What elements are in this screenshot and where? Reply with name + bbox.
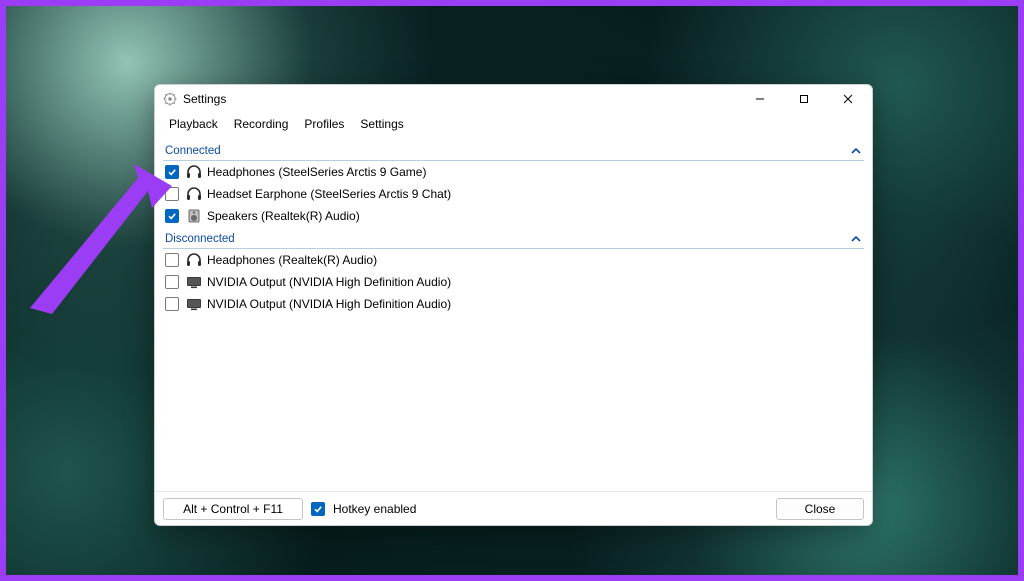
hotkey-enabled-checkbox[interactable] — [311, 502, 325, 516]
device-checkbox[interactable] — [165, 209, 179, 223]
close-window-button[interactable] — [826, 85, 870, 113]
minimize-button[interactable] — [738, 85, 782, 113]
tab-strip: Playback Recording Profiles Settings — [155, 113, 872, 137]
device-name: NVIDIA Output (NVIDIA High Definition Au… — [207, 275, 451, 289]
device-row[interactable]: Speakers (Realtek(R) Audio) — [163, 205, 864, 227]
hotkey-input[interactable]: Alt + Control + F11 — [163, 498, 303, 520]
device-name: NVIDIA Output (NVIDIA High Definition Au… — [207, 297, 451, 311]
chevron-up-icon — [850, 233, 862, 245]
disconnected-device-list: Headphones (Realtek(R) Audio) NVIDIA Outp… — [163, 249, 864, 315]
headphones-icon — [185, 252, 203, 268]
section-header-disconnected[interactable]: Disconnected — [163, 229, 864, 249]
device-row[interactable]: Headphones (SteelSeries Arctis 9 Game) — [163, 161, 864, 183]
device-checkbox[interactable] — [165, 165, 179, 179]
maximize-button[interactable] — [782, 85, 826, 113]
close-button[interactable]: Close — [776, 498, 864, 520]
tab-profiles[interactable]: Profiles — [296, 114, 352, 136]
device-row[interactable]: NVIDIA Output (NVIDIA High Definition Au… — [163, 271, 864, 293]
playback-tab-content: Connected Headphones (SteelSeries Arctis… — [155, 137, 872, 491]
device-name: Headphones (Realtek(R) Audio) — [207, 253, 377, 267]
speaker-icon — [185, 208, 203, 224]
window-footer: Alt + Control + F11 Hotkey enabled Close — [155, 491, 872, 525]
headphones-icon — [185, 186, 203, 202]
headphones-icon — [185, 164, 203, 180]
section-label: Connected — [165, 145, 850, 157]
connected-device-list: Headphones (SteelSeries Arctis 9 Game) He… — [163, 161, 864, 227]
device-checkbox[interactable] — [165, 187, 179, 201]
device-checkbox[interactable] — [165, 253, 179, 267]
settings-window: Settings Playback Recording Profiles Set… — [154, 84, 873, 526]
monitor-icon — [185, 274, 203, 290]
tab-recording[interactable]: Recording — [226, 114, 297, 136]
device-checkbox[interactable] — [165, 297, 179, 311]
gear-icon — [163, 92, 177, 106]
tab-settings[interactable]: Settings — [352, 114, 411, 136]
device-row[interactable]: NVIDIA Output (NVIDIA High Definition Au… — [163, 293, 864, 315]
device-checkbox[interactable] — [165, 275, 179, 289]
monitor-icon — [185, 296, 203, 312]
hotkey-enabled-label: Hotkey enabled — [333, 502, 416, 516]
device-row[interactable]: Headphones (Realtek(R) Audio) — [163, 249, 864, 271]
device-row[interactable]: Headset Earphone (SteelSeries Arctis 9 C… — [163, 183, 864, 205]
tab-playback[interactable]: Playback — [161, 114, 226, 136]
device-name: Headset Earphone (SteelSeries Arctis 9 C… — [207, 187, 451, 201]
section-label: Disconnected — [165, 233, 850, 245]
device-name: Speakers (Realtek(R) Audio) — [207, 209, 360, 223]
titlebar: Settings — [155, 85, 872, 113]
chevron-up-icon — [850, 145, 862, 157]
device-name: Headphones (SteelSeries Arctis 9 Game) — [207, 165, 426, 179]
section-header-connected[interactable]: Connected — [163, 141, 864, 161]
window-title: Settings — [183, 92, 226, 106]
